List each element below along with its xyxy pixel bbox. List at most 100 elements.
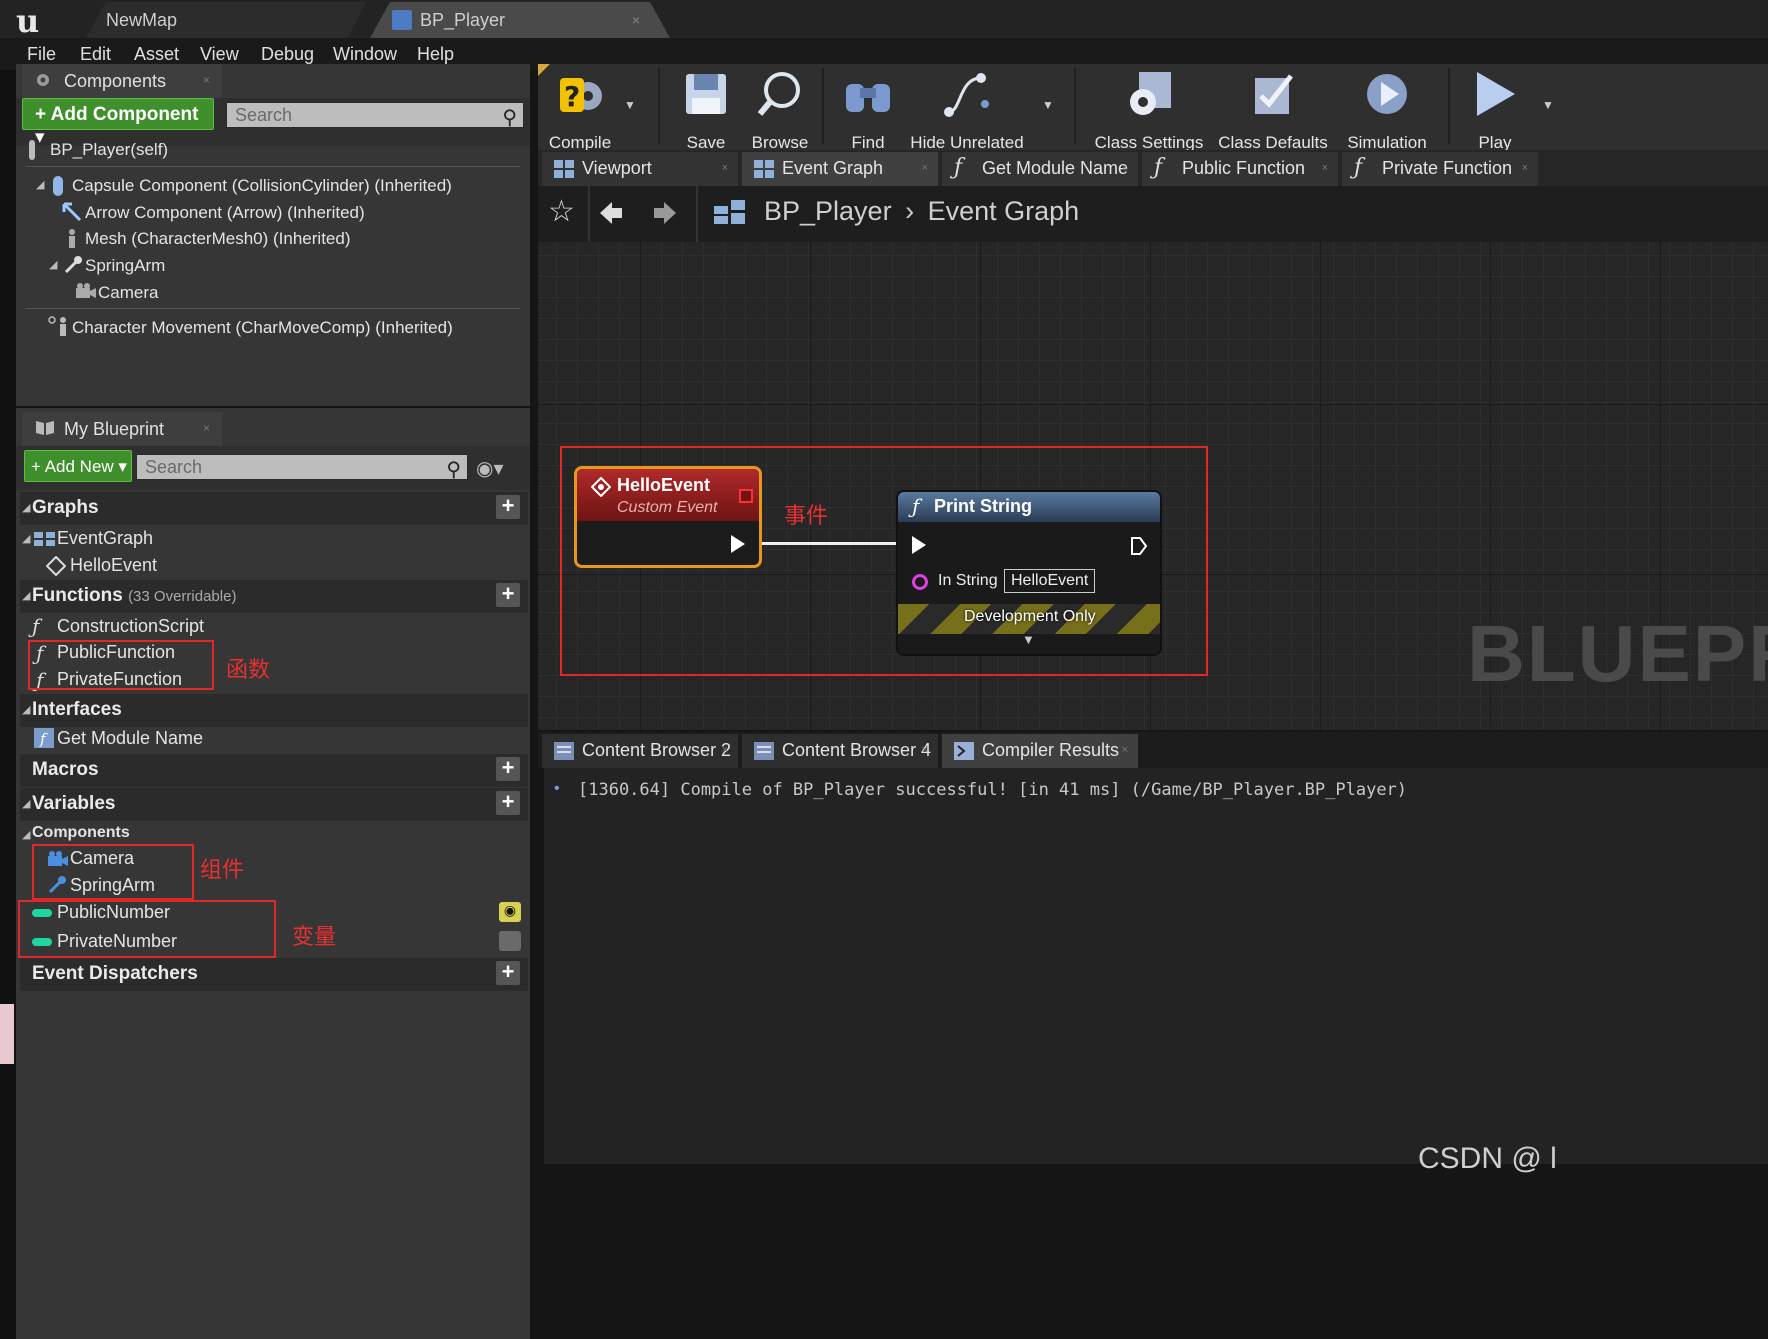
close-icon[interactable]: × (922, 162, 928, 174)
add-variable-button[interactable]: + (496, 791, 520, 815)
menu-view[interactable]: View (200, 44, 239, 65)
exec-output-pin-icon[interactable] (731, 535, 745, 553)
favorite-star-icon[interactable]: ☆ (548, 194, 575, 229)
components-tab[interactable]: Components × (22, 64, 222, 98)
play-dropdown-icon[interactable]: ▼ (1542, 98, 1554, 112)
compile-button[interactable]: ? Compile (542, 64, 618, 153)
breadcrumb-root[interactable]: BP_Player (764, 196, 892, 226)
component-springarm[interactable]: SpringArm (85, 256, 165, 276)
find-button[interactable]: Find (836, 64, 900, 153)
node-hello-event[interactable]: HelloEvent Custom Event (574, 466, 762, 568)
menu-window[interactable]: Window (333, 44, 397, 65)
section-functions[interactable]: ◢ Functions (33 Overridable) + (20, 580, 528, 613)
compiler-results-log[interactable]: • [1360.64] Compile of BP_Player success… (544, 768, 1768, 1164)
capsule-icon (53, 176, 63, 196)
tab-viewport[interactable]: Viewport × (542, 152, 738, 186)
delegate-pin-icon[interactable] (739, 489, 753, 503)
close-icon[interactable]: × (722, 744, 728, 756)
section-interfaces[interactable]: ◢ Interfaces (20, 694, 528, 727)
exec-input-pin-icon[interactable] (912, 536, 926, 554)
my-blueprint-search-input[interactable]: Search ⚲ (136, 454, 468, 481)
my-blueprint-tab[interactable]: My Blueprint × (22, 412, 222, 446)
component-arrow[interactable]: Arrow Component (Arrow) (Inherited) (85, 203, 365, 223)
tab-public-function[interactable]: ƒ Public Function × (1142, 152, 1338, 186)
menu-debug[interactable]: Debug (261, 44, 314, 65)
add-macro-button[interactable]: + (496, 757, 520, 781)
menu-file[interactable]: File (27, 44, 56, 65)
divider (588, 186, 590, 242)
close-icon[interactable]: × (1122, 744, 1128, 756)
tab-content-browser-2[interactable]: Content Browser 2 × (542, 734, 738, 768)
eye-visibility-icon[interactable]: ◉▾ (476, 456, 504, 481)
in-string-input[interactable]: HelloEvent (1004, 569, 1096, 593)
close-icon[interactable]: × (203, 421, 210, 435)
class-settings-button[interactable]: Class Settings (1094, 64, 1204, 153)
hide-unrelated-button[interactable]: Hide Unrelated (908, 64, 1026, 153)
back-arrow-icon[interactable] (598, 200, 624, 226)
public-eye-icon[interactable]: ◉ (499, 902, 521, 922)
add-new-button[interactable]: + Add New ▾ (24, 450, 132, 482)
menu-asset[interactable]: Asset (134, 44, 179, 65)
add-dispatcher-button[interactable]: + (496, 961, 520, 985)
search-icon: ⚲ (502, 107, 517, 129)
collapse-arrow-icon[interactable]: ◢ (36, 178, 44, 191)
close-icon[interactable]: × (203, 73, 210, 87)
menu-help[interactable]: Help (417, 44, 454, 65)
add-function-button[interactable]: + (496, 583, 520, 607)
add-component-button[interactable]: + Add Component ▾ (22, 98, 214, 148)
close-icon[interactable]: × (722, 162, 728, 174)
forward-arrow-icon[interactable] (652, 200, 678, 226)
simulation-button[interactable]: Simulation (1342, 64, 1432, 153)
tab-event-graph[interactable]: Event Graph × (742, 152, 938, 186)
component-self[interactable]: BP_Player(self) (50, 140, 168, 160)
add-graph-button[interactable]: + (496, 495, 520, 519)
variables-components-header[interactable]: Components (32, 824, 130, 842)
menu-edit[interactable]: Edit (80, 44, 111, 65)
close-icon[interactable]: × (1122, 162, 1128, 174)
function-item-construction[interactable]: ConstructionScript (57, 616, 204, 637)
component-capsule[interactable]: Capsule Component (CollisionCylinder) (I… (72, 176, 452, 196)
components-search-input[interactable]: Search ⚲ (226, 102, 524, 129)
class-defaults-button[interactable]: Class Defaults (1218, 64, 1328, 153)
section-graphs[interactable]: ◢ Graphs + (20, 492, 528, 525)
browse-button[interactable]: Browse (742, 64, 818, 153)
node-print-string[interactable]: ƒ Print String In String HelloEvent Deve… (896, 490, 1162, 656)
exec-output-pin-icon[interactable] (1130, 536, 1148, 556)
string-pin-icon[interactable] (912, 574, 928, 590)
development-only-label: Development Only (964, 608, 1096, 625)
annotation-box-functions (28, 640, 214, 690)
tab-content-browser-4[interactable]: Content Browser 4 × (742, 734, 938, 768)
graph-item-eventgraph[interactable]: EventGraph (57, 528, 153, 549)
collapse-arrow-icon[interactable]: ◢ (49, 258, 57, 271)
book-icon (36, 421, 54, 435)
doc-tab-newmap[interactable]: NewMap (86, 2, 366, 38)
close-icon[interactable]: × (1522, 162, 1528, 174)
component-character-movement[interactable]: Character Movement (CharMoveComp) (Inher… (72, 318, 453, 338)
tab-compiler-results[interactable]: Compiler Results × (942, 734, 1138, 768)
close-icon[interactable]: × (922, 744, 928, 756)
expand-node-icon[interactable]: ▼ (1022, 632, 1035, 647)
interface-item-get-module-name[interactable]: Get Module Name (57, 728, 203, 749)
tab-private-function[interactable]: ƒ Private Function × (1342, 152, 1538, 186)
breadcrumb-leaf[interactable]: Event Graph (928, 196, 1080, 226)
component-camera[interactable]: Camera (98, 283, 158, 303)
overridable-count: (33 Overridable) (128, 588, 237, 605)
compile-dropdown-icon[interactable]: ▼ (624, 98, 636, 112)
section-variables[interactable]: ◢ Variables + (20, 788, 528, 821)
tab-get-module-name[interactable]: ƒ Get Module Name × (942, 152, 1138, 186)
play-button[interactable]: Play (1458, 64, 1532, 153)
component-mesh[interactable]: Mesh (CharacterMesh0) (Inherited) (85, 229, 350, 249)
close-icon[interactable]: × (632, 12, 640, 28)
save-button[interactable]: Save (674, 64, 738, 153)
graph-item-helloevent[interactable]: HelloEvent (70, 555, 157, 576)
doc-tab-bp-player[interactable]: BP_Player × (370, 2, 670, 38)
collapse-arrow-icon[interactable]: ◢ (22, 532, 30, 545)
hide-unrelated-dropdown-icon[interactable]: ▼ (1042, 98, 1054, 112)
section-macros[interactable]: Macros + (20, 754, 528, 787)
collapse-arrow-icon[interactable]: ◢ (22, 828, 30, 841)
section-label: Graphs (32, 497, 99, 518)
private-eye-closed-icon[interactable] (499, 931, 521, 951)
close-icon[interactable]: × (1322, 162, 1328, 174)
section-event-dispatchers[interactable]: Event Dispatchers + (20, 958, 528, 991)
event-graph-canvas[interactable]: ☆ BP_Player › Event Graph BLUEPR 事件 Hell… (538, 186, 1768, 730)
